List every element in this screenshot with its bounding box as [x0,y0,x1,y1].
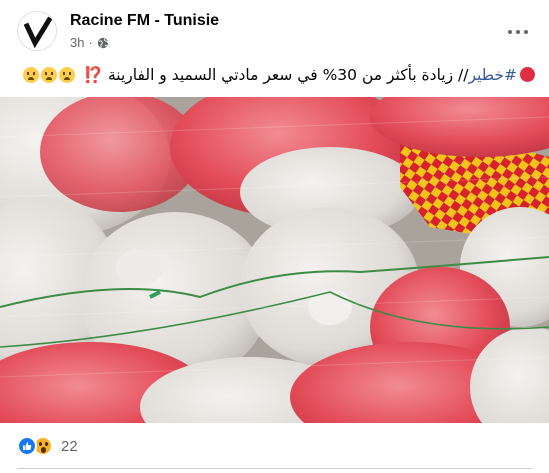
meta-separator: · [88,35,93,50]
reaction-count: 22 [61,437,78,455]
exclamation-question-icon: ⁉️ [83,66,104,84]
flour-sacks-image [0,97,549,423]
page-avatar[interactable] [17,11,57,51]
post-photo[interactable] [0,97,549,423]
crying-face-icon [58,67,75,83]
footer-divider [17,468,532,469]
hashtag-link[interactable]: #خطير [468,66,517,84]
post-meta: 3h · [70,35,109,50]
facebook-post: Racine FM - Tunisie 3h · #خطير// زيادة ب… [0,0,549,473]
reaction-summary[interactable]: 22 [17,436,78,456]
racine-fm-logo-icon [18,12,56,50]
post-body-text: // زيادة بأكثر من 30% في سعر مادتي السمي… [108,66,469,84]
more-options-icon [508,30,512,34]
red-circle-icon [520,67,535,82]
thinking-face-icon [22,67,39,83]
like-reaction-icon [17,436,37,456]
more-options-button[interactable] [500,14,536,50]
globe-icon[interactable] [97,37,109,49]
post-message: #خطير// زيادة بأكثر من 30% في سعر مادتي … [15,64,535,90]
post-time[interactable]: 3h [70,35,84,50]
page-name[interactable]: Racine FM - Tunisie [70,12,219,30]
post-header: Racine FM - Tunisie 3h · [0,0,549,64]
thumbs-up-icon [23,442,32,450]
scream-face-icon [40,67,57,83]
